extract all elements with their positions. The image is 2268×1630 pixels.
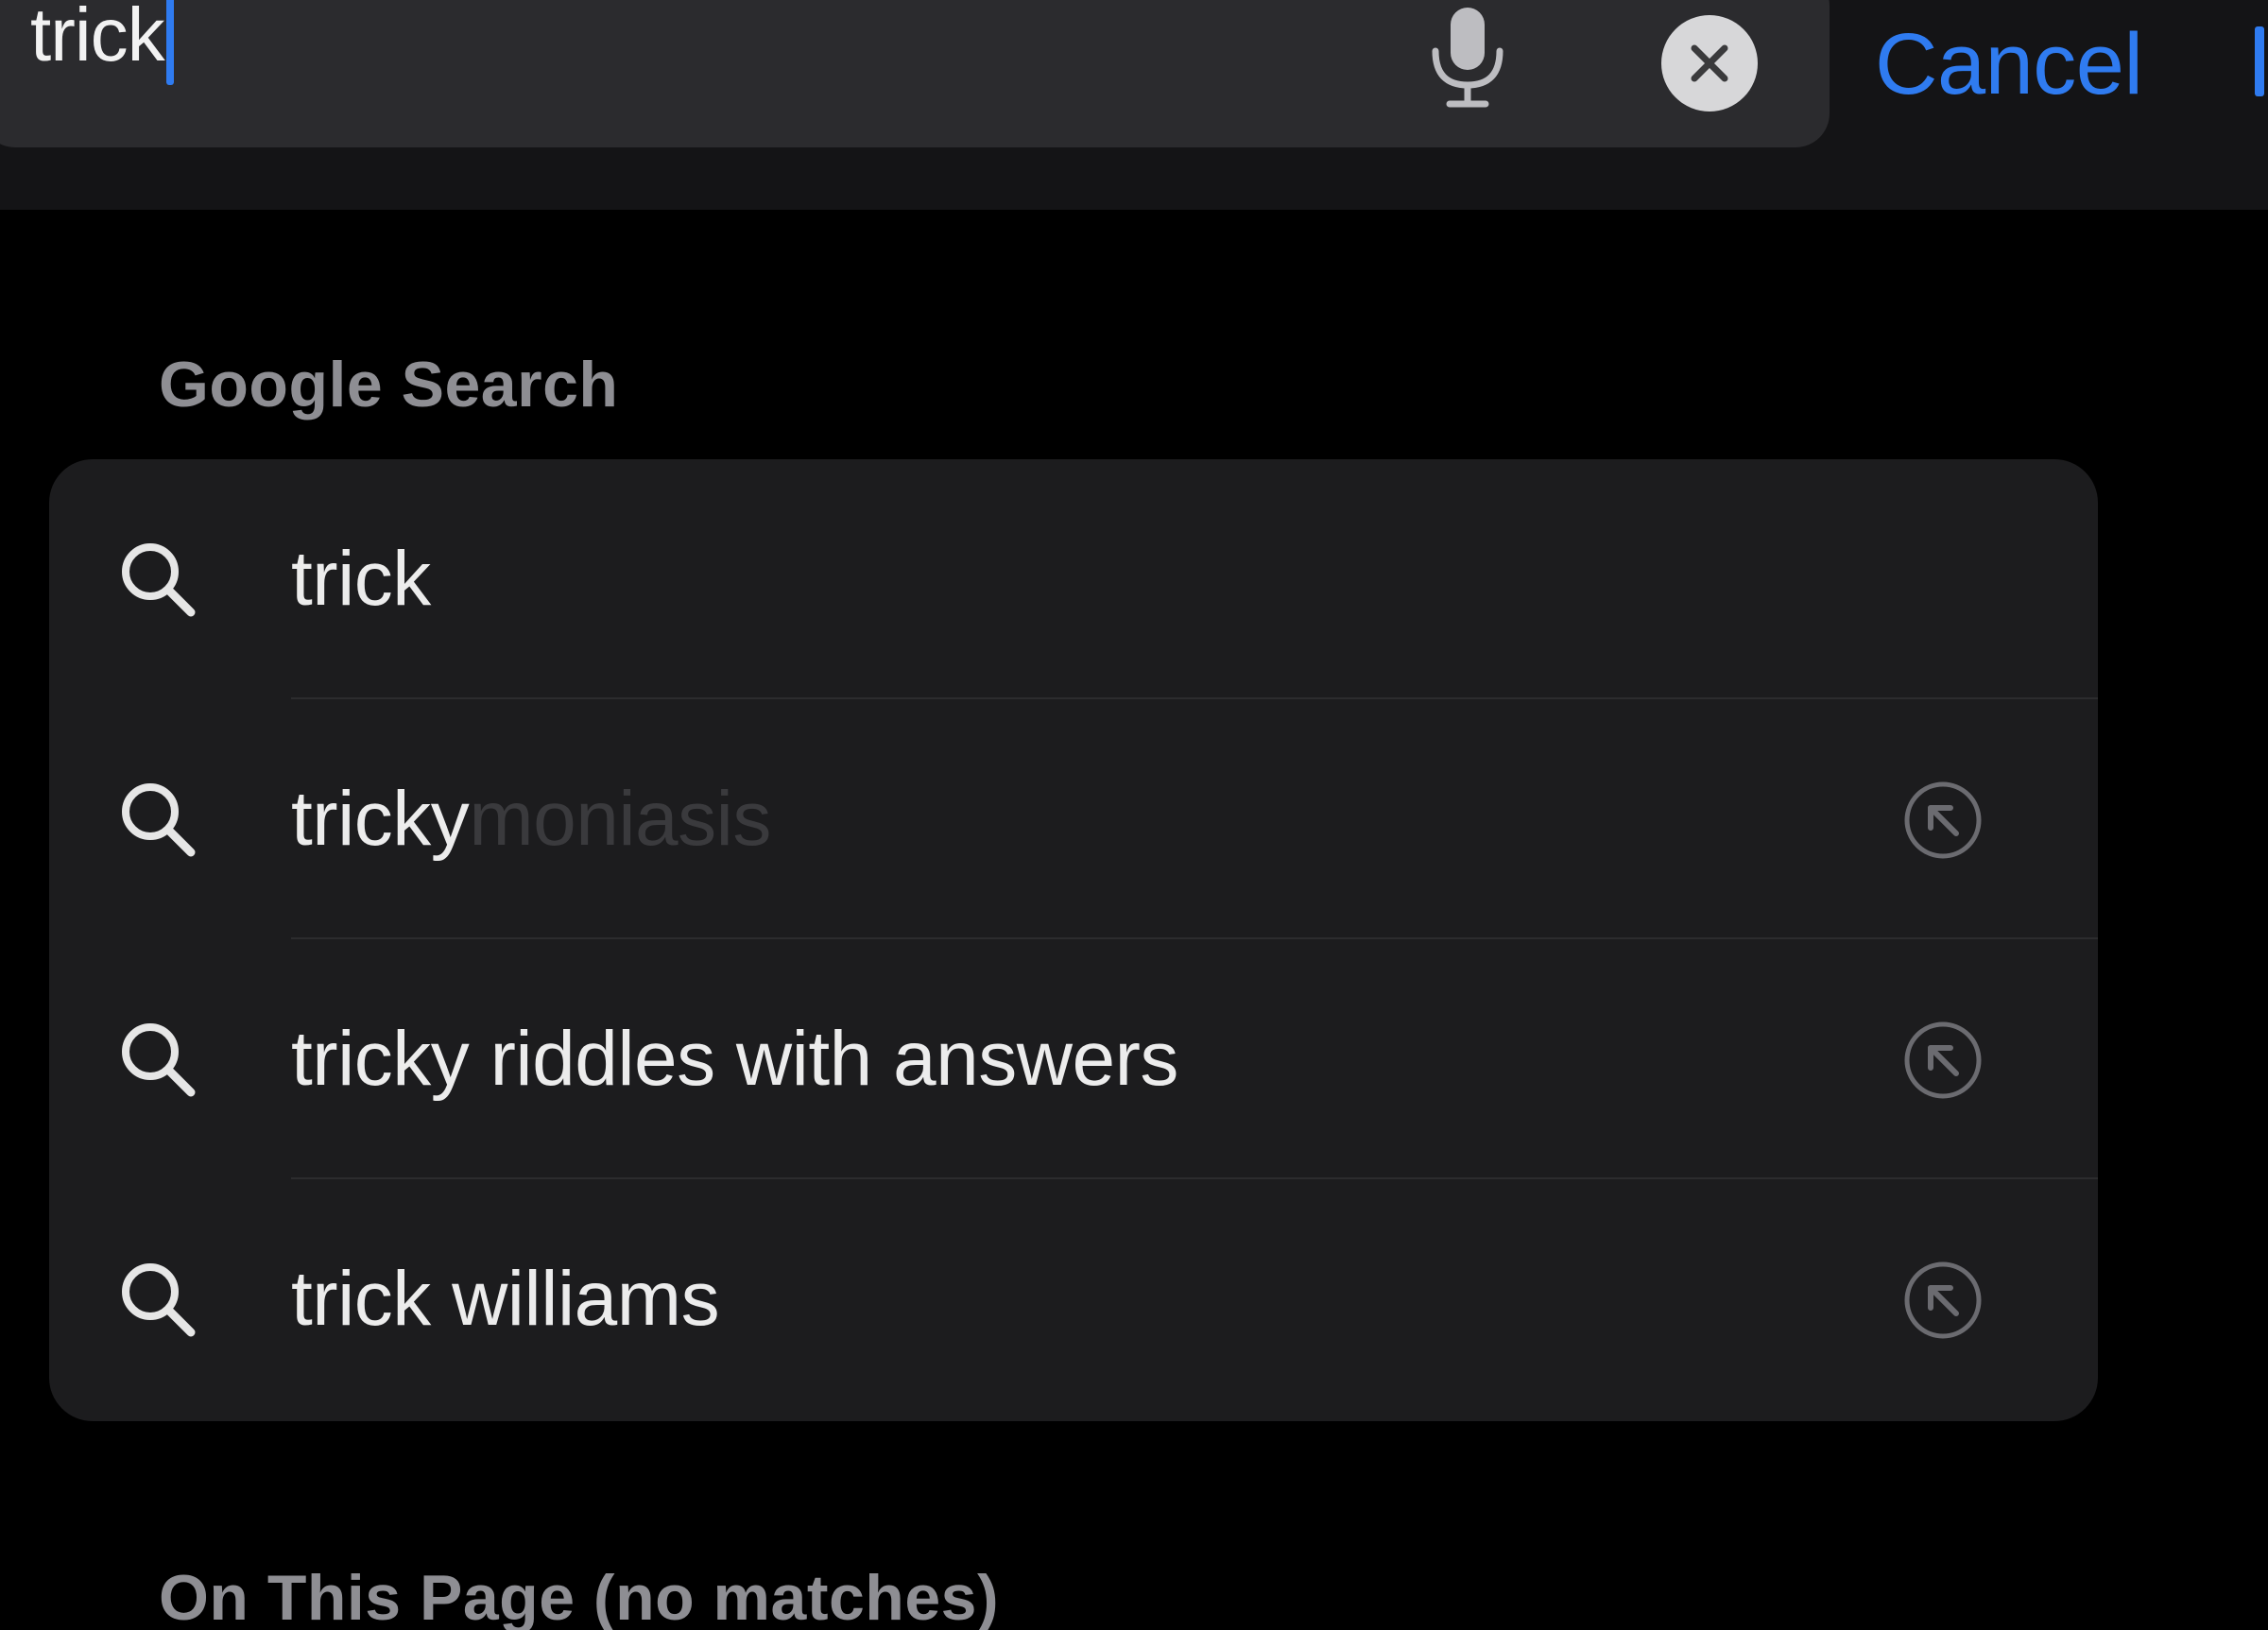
search-bar-area: trick Cancel	[0, 0, 2268, 210]
suggestion-row[interactable]: trick williams	[49, 1179, 2098, 1419]
clipped-edge-glyph	[2255, 26, 2264, 96]
suggestion-label: tricky moniasis	[291, 699, 771, 939]
microphone-icon[interactable]	[1427, 4, 1508, 110]
suggestion-text: trick williams	[291, 1256, 720, 1342]
section-header-google-search: Google Search	[159, 349, 619, 420]
clear-icon	[1691, 44, 1728, 82]
arrow-up-left-icon[interactable]	[1901, 779, 1984, 862]
search-icon	[122, 1263, 196, 1337]
suggestion-text: tricky riddles with answers	[291, 1016, 1178, 1102]
search-query-text: trick	[30, 0, 165, 77]
suggestion-label: trick williams	[291, 1179, 720, 1419]
section-header-on-this-page: On This Page (no matches)	[159, 1562, 1000, 1630]
arrow-up-left-icon[interactable]	[1901, 1019, 1984, 1102]
search-field[interactable]: trick	[0, 0, 1830, 147]
search-icon	[122, 543, 196, 617]
suggestion-row[interactable]: trick	[49, 459, 2098, 699]
suggestion-ghost-text: moniasis	[469, 776, 771, 862]
clear-button[interactable]	[1661, 15, 1758, 112]
suggestions-card: trick tricky moniasis tricky riddles wit…	[49, 459, 2098, 1421]
suggestion-label: tricky riddles with answers	[291, 939, 1178, 1179]
arrow-up-left-icon[interactable]	[1901, 1259, 1984, 1342]
search-icon	[122, 1023, 196, 1097]
suggestion-label: trick	[291, 459, 431, 699]
suggestion-text: tricky	[291, 776, 470, 862]
suggestion-text: trick	[291, 536, 431, 622]
search-input[interactable]: trick	[30, 0, 174, 87]
suggestion-row[interactable]: tricky riddles with answers	[49, 939, 2098, 1179]
search-icon	[122, 783, 196, 857]
cancel-button[interactable]: Cancel	[1875, 8, 2143, 121]
safari-search-screen: trick Cancel Google Search trick tricky …	[0, 0, 2268, 1630]
text-caret	[165, 0, 174, 85]
suggestion-row[interactable]: tricky moniasis	[49, 699, 2098, 939]
